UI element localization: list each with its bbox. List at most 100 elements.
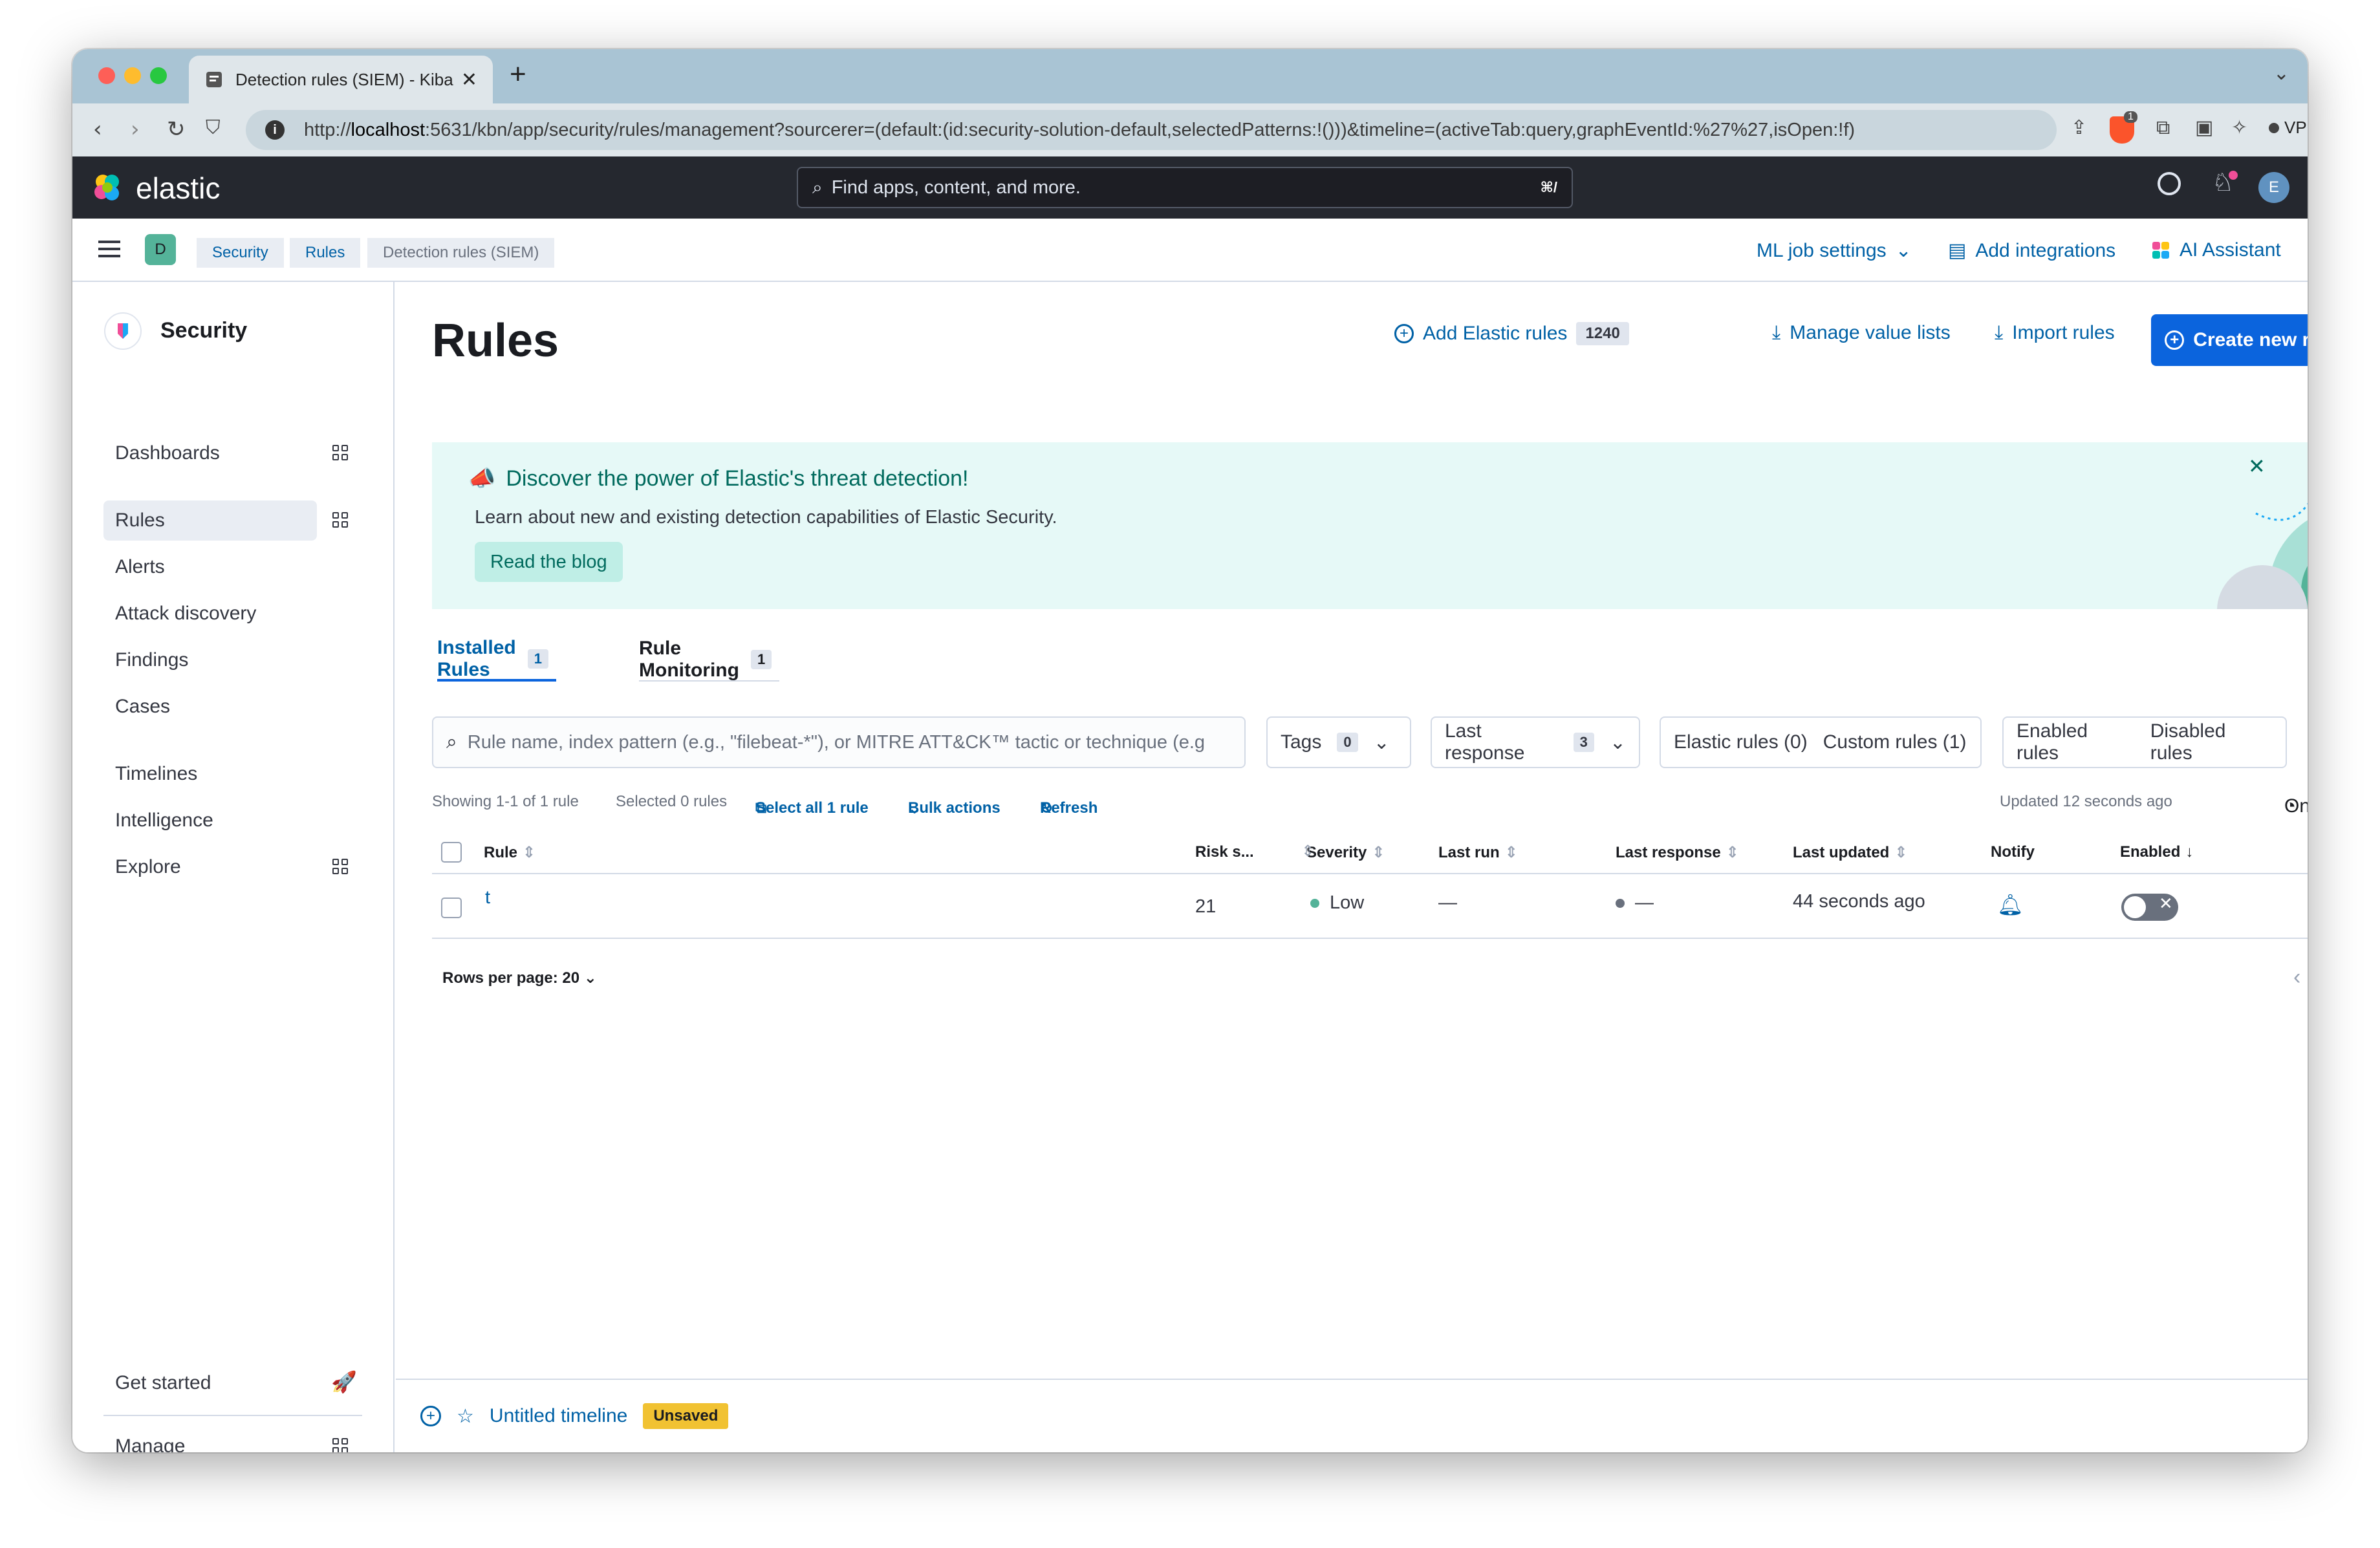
refresh-label: Refresh	[1040, 799, 1098, 817]
ai-assistant-label: AI Assistant	[2180, 239, 2281, 261]
tab-count: 1	[527, 649, 548, 669]
close-icon[interactable]: ✕	[461, 69, 477, 91]
sidebar-title[interactable]: Security	[160, 318, 247, 343]
sidebar-item-cases[interactable]: Cases	[103, 687, 317, 727]
sidebar-item-intelligence[interactable]: Intelligence	[103, 801, 317, 841]
breadcrumb-rules[interactable]: Rules	[290, 238, 361, 268]
last-response-cell: —	[1616, 892, 1654, 914]
select-all-label: Select all 1 rule	[755, 799, 869, 817]
add-elastic-rules-button[interactable]: + Add Elastic rules 1240	[1394, 322, 1629, 345]
extensions-icon[interactable]: ⧉	[2156, 116, 2170, 139]
address-bar[interactable]: i http://localhost:5631/kbn/app/security…	[246, 110, 2057, 150]
column-header-risk-score[interactable]: Risk s...	[1195, 843, 1254, 861]
sidebar-item-timelines[interactable]: Timelines	[103, 754, 317, 794]
space-avatar[interactable]: D	[145, 234, 176, 265]
breadcrumb-security[interactable]: Security	[197, 238, 284, 268]
plus-circle-icon: +	[2165, 330, 2185, 350]
last-run-value: —	[1438, 892, 1457, 913]
minimize-window-button[interactable]	[124, 67, 141, 84]
previous-page-icon[interactable]: ‹	[2293, 965, 2300, 990]
plus-circle-icon[interactable]: +	[420, 1406, 441, 1426]
avatar[interactable]: E	[2258, 172, 2289, 203]
rule-name-link[interactable]: t	[485, 887, 490, 908]
apps-grid-icon[interactable]	[332, 512, 349, 529]
vpn-label: VPN	[2284, 118, 2308, 137]
chevron-down-icon[interactable]: ⌄	[2273, 62, 2289, 85]
page-title: Rules	[432, 315, 559, 367]
ai-assistant-button[interactable]: AI Assistant	[2151, 239, 2281, 261]
help-icon[interactable]	[2158, 172, 2181, 195]
ml-job-settings-button[interactable]: ML job settings ⌄	[1757, 239, 1912, 262]
read-the-blog-button[interactable]: Read the blog	[475, 542, 623, 582]
tags-filter[interactable]: Tags 0 ⌄	[1266, 716, 1411, 768]
callout-title-text: Discover the power of Elastic's threat d…	[506, 466, 969, 491]
elastic-logo-icon[interactable]	[92, 172, 123, 203]
elastic-rules-filter[interactable]: Elastic rules (0)	[1674, 731, 1808, 753]
column-header-last-run[interactable]: Last run ⇕	[1438, 843, 1518, 862]
disabled-rules-filter[interactable]: Disabled rules	[2150, 720, 2273, 764]
sidebar-item-dashboards[interactable]: Dashboards	[103, 433, 317, 473]
sidebar-item-explore[interactable]: Explore	[103, 847, 317, 887]
apps-grid-icon[interactable]	[332, 859, 349, 876]
sidebar-icon[interactable]: ▣	[2195, 116, 2213, 139]
rows-per-page-button[interactable]: Rows per page: 20 ⌄	[442, 969, 597, 987]
manage-value-lists-button[interactable]: ⤓ Manage value lists	[1772, 322, 1951, 344]
column-header-enabled[interactable]: Enabled ↓	[2120, 843, 2193, 861]
tab-rule-monitoring[interactable]: Rule Monitoring 1	[639, 638, 780, 682]
info-icon[interactable]: i	[265, 120, 285, 140]
maximize-window-button[interactable]	[150, 67, 167, 84]
tab-count: 1	[750, 650, 772, 669]
hamburger-icon[interactable]	[98, 241, 120, 257]
security-logo-icon	[104, 312, 142, 350]
more-icon[interactable]: ⋯	[2306, 890, 2308, 916]
close-window-button[interactable]	[98, 67, 115, 84]
bookmark-icon[interactable]: ⛉	[206, 116, 221, 139]
column-header-last-response[interactable]: Last response ⇕	[1616, 843, 1739, 862]
apps-grid-icon[interactable]	[332, 445, 349, 462]
vpn-button[interactable]: VPN	[2269, 118, 2308, 138]
pagination-bar: Rows per page: 20 ⌄ ‹ 1 ›	[432, 960, 2308, 998]
select-all-checkbox[interactable]	[441, 842, 462, 863]
megaphone-icon: 📣	[468, 466, 496, 491]
forward-icon[interactable]: ›	[131, 116, 140, 142]
tab-installed-rules[interactable]: Installed Rules 1	[437, 637, 556, 682]
share-icon[interactable]: ⇪	[2071, 116, 2087, 139]
site-favicon-icon	[206, 72, 222, 87]
sidebar-item-alerts[interactable]: Alerts	[103, 547, 317, 587]
apps-grid-icon[interactable]	[332, 1438, 349, 1452]
severity-value: Low	[1330, 892, 1365, 913]
column-label: Risk s...	[1195, 843, 1254, 861]
row-checkbox[interactable]	[441, 898, 462, 918]
sidebar-item-get-started[interactable]: Get started	[103, 1363, 317, 1403]
add-integrations-button[interactable]: ▤ Add integrations	[1948, 239, 2115, 262]
table-row: t 21 Low — — 44 seconds ago 🔔︎ ✕ ⋯	[432, 874, 2308, 939]
create-new-rule-button[interactable]: + Create new rule	[2151, 314, 2308, 366]
enabled-rules-filter[interactable]: Enabled rules	[2017, 720, 2135, 764]
import-rules-button[interactable]: ⤓ Import rules	[1995, 322, 2115, 344]
close-icon[interactable]: ✕	[2248, 454, 2266, 478]
sidebar-item-attack-discovery[interactable]: Attack discovery	[103, 594, 317, 634]
back-icon[interactable]: ‹	[93, 116, 102, 142]
sidebar-item-manage[interactable]: Manage	[103, 1426, 317, 1452]
reload-icon[interactable]: ↻	[167, 116, 186, 142]
sidebar-item-rules[interactable]: Rules	[103, 500, 317, 541]
timeline-title-link[interactable]: Untitled timeline	[490, 1405, 627, 1427]
last-response-filter[interactable]: Last response 3 ⌄	[1431, 716, 1640, 768]
tab-label: Installed Rules	[437, 637, 516, 680]
sidebar-item-findings[interactable]: Findings	[103, 640, 317, 680]
column-header-rule[interactable]: Rule ⇕	[484, 843, 536, 862]
column-header-severity[interactable]: Severity ⇕	[1306, 843, 1385, 862]
custom-rules-filter[interactable]: Custom rules (1)	[1823, 731, 1967, 753]
bell-icon[interactable]: 🔔︎	[1997, 892, 2024, 917]
showing-count: Showing 1-1 of 1 rule	[432, 793, 579, 810]
import-icon: ⤓	[1995, 322, 2004, 343]
star-icon[interactable]: ☆	[457, 1405, 474, 1428]
browser-tab[interactable]: Detection rules (SIEM) - Kiba ✕	[189, 56, 493, 103]
column-header-last-updated[interactable]: Last updated ⇕	[1793, 843, 1907, 862]
brand-name[interactable]: elastic	[136, 171, 220, 206]
global-search-input[interactable]: ⌕ Find apps, content, and more. ⌘/	[797, 167, 1573, 208]
leo-icon[interactable]: ✧	[2231, 116, 2247, 139]
vpn-status-icon	[2269, 122, 2279, 133]
plus-icon[interactable]: +	[510, 58, 526, 91]
rules-search-input[interactable]: ⌕ Rule name, index pattern (e.g., "fileb…	[432, 716, 1246, 768]
